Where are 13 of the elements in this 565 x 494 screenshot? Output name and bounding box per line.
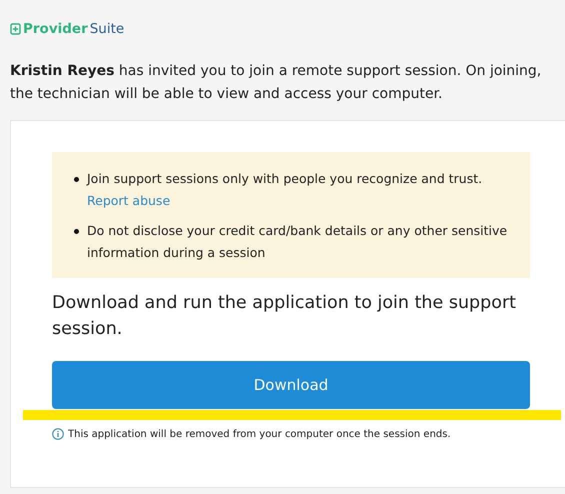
logo-icon	[10, 23, 21, 35]
instruction-heading: Download and run the application to join the support session.	[52, 292, 518, 341]
info-note: This application will be removed from your computer once the session ends.	[68, 428, 451, 440]
logo-wordmark: Provider	[23, 21, 88, 37]
bullet-icon	[74, 177, 79, 182]
report-abuse-link[interactable]: Report abuse	[87, 190, 482, 212]
notice-text: Join support sessions only with people you recognize and trust.	[87, 170, 482, 188]
download-button[interactable]: Download	[52, 361, 530, 409]
info-icon	[52, 428, 64, 440]
invitation-text: Kristin Reyes has invited you to join a remote support session. On joining, the technician will be able to view and access your computer.	[10, 62, 542, 104]
notice-text: Do not disclose your credit card/bank details or any other sensitive information during a session	[87, 222, 508, 262]
logo-wordmark-suffix: Suite	[90, 21, 124, 37]
bullet-icon	[74, 229, 79, 234]
